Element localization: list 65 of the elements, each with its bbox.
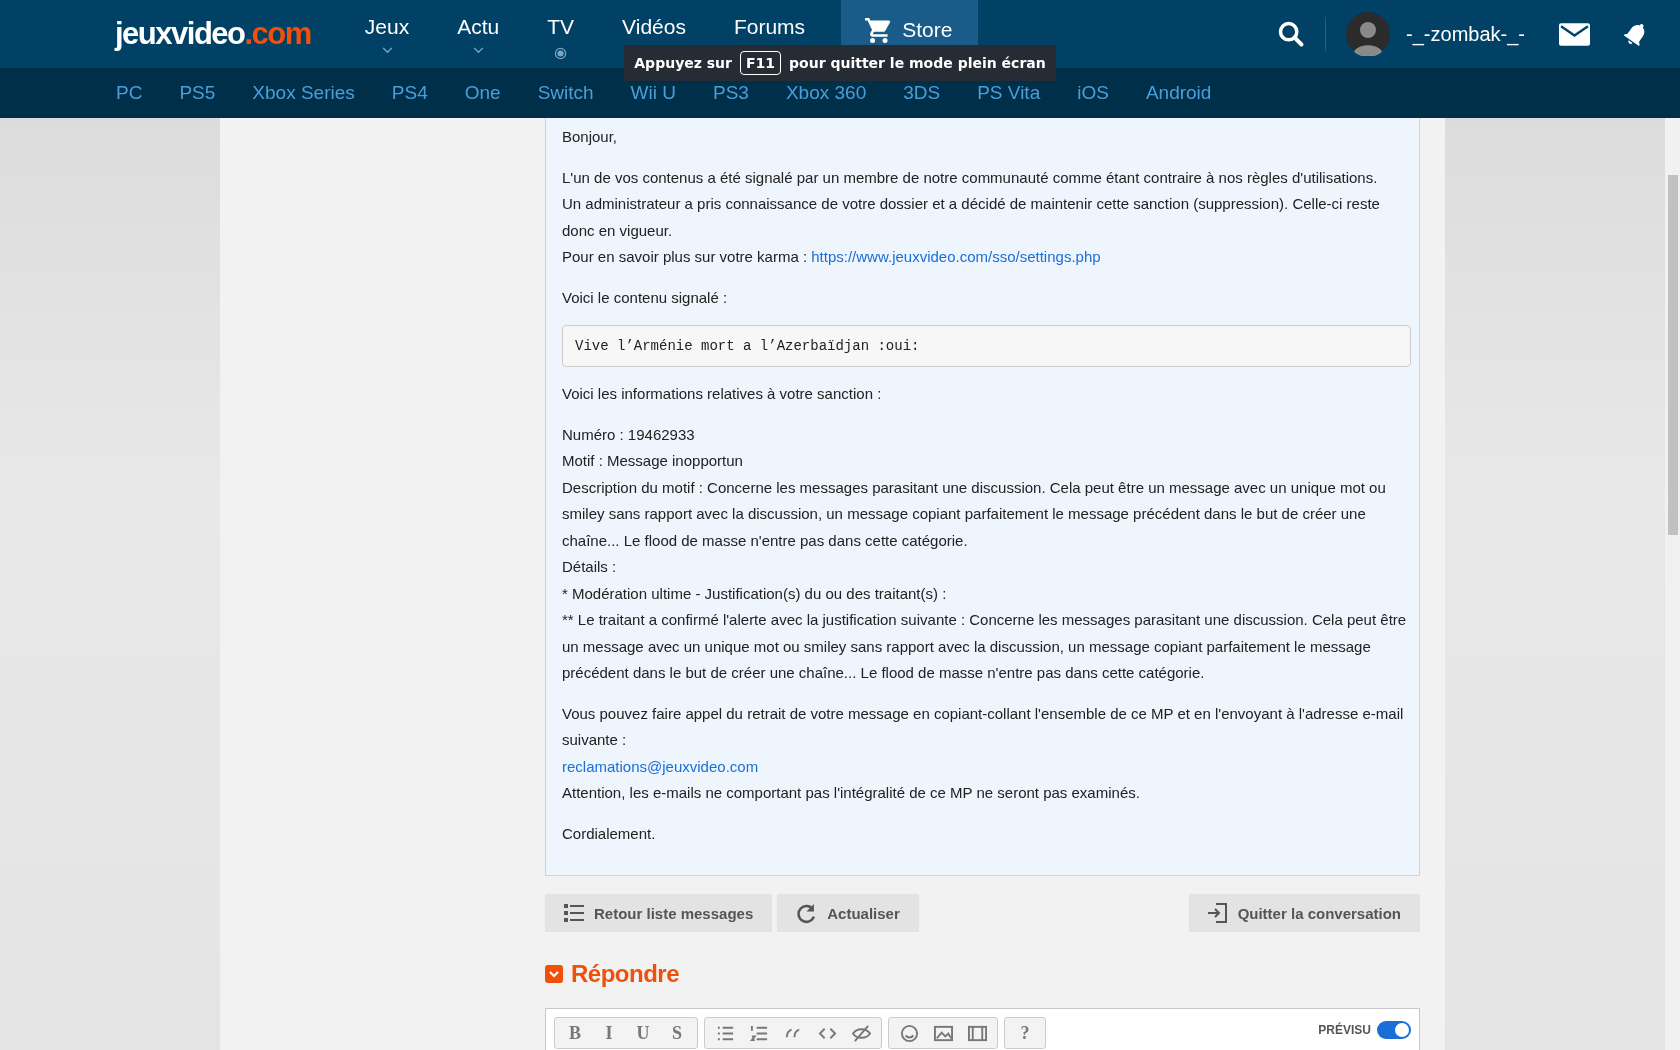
- message-text: Motif : Message inopportun: [562, 451, 744, 471]
- spoiler-icon: [851, 1023, 871, 1043]
- platform-link[interactable]: Android: [1145, 82, 1212, 104]
- message-text: Attention, les e-mails ne comportant pas l'intégralité de ce MP ne seront pas examinés.: [562, 783, 1141, 803]
- collapse-icon[interactable]: [545, 965, 563, 983]
- cart-icon: [865, 18, 893, 43]
- format-button[interactable]: I: [593, 1020, 625, 1046]
- preview-toggle[interactable]: [1377, 1021, 1411, 1039]
- key-cap: F11: [740, 51, 782, 75]
- platform-link[interactable]: PS Vita: [977, 82, 1041, 104]
- nav-item[interactable]: Actu: [433, 0, 524, 68]
- platform-link[interactable]: Wii U: [630, 82, 676, 104]
- message-text: Un administrateur a pris connaissance de votre dossier et a décidé de maintenir cette sanction (suppression). Celle-ci reste donc en vigueur.: [562, 194, 1381, 241]
- message-text: Numéro : 19462933: [562, 424, 696, 445]
- refresh-icon: [796, 902, 818, 924]
- platform-link[interactable]: Xbox Series: [252, 82, 355, 104]
- message-link[interactable]: https://www.jeuxvideo.com/sso/settings.php: [811, 248, 1101, 265]
- message-text: Vous pouvez faire appel du retrait de votre message en copiant-collant l'ensemble de ce MP et en l'envoyant à l'adresse e-mail suivante :: [562, 703, 1405, 750]
- avatar[interactable]: [1346, 12, 1391, 56]
- platform-link[interactable]: Switch: [537, 82, 594, 104]
- message-text: Détails :: [562, 557, 618, 577]
- message-text: Voici le contenu signalé :: [562, 287, 729, 308]
- action-button[interactable]: Quitter la conversation: [1188, 894, 1420, 932]
- message-text: Cordialement.: [562, 823, 657, 844]
- format-button[interactable]: B: [559, 1020, 591, 1046]
- message-text: Voici les informations relatives à votre sanction :: [562, 384, 883, 404]
- message-text: ** Le traitant a confirmé l'alerte avec la justification suivante : Concerne les messages parasitant une discussion. Cela peut être un message avec un unique mot ou smiley sans rapport avec la discussion, un message copiant parfaitement le message précédent dans le but de créer une chaîne... Le flood de masse n'entre pas dans cette catégorie.: [562, 610, 1408, 683]
- action-button[interactable]: Retour liste messages: [545, 894, 773, 932]
- platform-link[interactable]: PS3: [713, 82, 749, 104]
- message-text: L'un de vos contenus a été signalé par un membre de notre communauté comme étant contraire à nos règles d'utilisations.: [562, 167, 1379, 188]
- exit-icon: [1207, 903, 1228, 923]
- numbers-icon: [749, 1023, 769, 1043]
- platform-link[interactable]: 3DS: [903, 82, 941, 104]
- platform-link[interactable]: PC: [116, 82, 143, 104]
- action-button[interactable]: Actualiser: [777, 894, 919, 932]
- platform-link[interactable]: PS4: [391, 82, 428, 104]
- reply-heading: Répondre: [571, 960, 679, 988]
- message-link[interactable]: reclamations@jeuxvideo.com: [562, 757, 759, 775]
- image-icon: [933, 1023, 953, 1043]
- chevron-down-icon: [381, 47, 393, 54]
- platform-link[interactable]: PS5: [179, 82, 216, 104]
- radio-dot-icon: [554, 47, 568, 60]
- smiley-icon: [899, 1023, 919, 1043]
- nav-item[interactable]: Jeux: [340, 0, 434, 68]
- chevron-down-icon: [472, 47, 484, 54]
- preview-label: PRÉVISU: [1318, 1023, 1371, 1037]
- message-text: Pour en savoir plus sur votre karma : https://www.jeuxvideo.com/sso/settings.php: [562, 247, 1102, 267]
- list-icon: [564, 904, 584, 922]
- platform-link[interactable]: One: [464, 82, 501, 104]
- message-text: * Modération ultime - Justification(s) du ou des traitant(s) :: [562, 583, 948, 604]
- video-icon: [967, 1023, 987, 1043]
- site-logo[interactable]: jeuxvideo.com: [115, 16, 311, 52]
- message-text: Description du motif : Concerne les messages parasitant une discussion. Cela peut être un message avec un unique mot ou smiley sans rapport avec la discussion, un message copiant parfaitement le message précédent dans le but de créer une chaîne... Le flood de masse n'entre pas dans cette catégorie.: [562, 477, 1387, 551]
- platform-link[interactable]: Xbox 360: [785, 82, 867, 104]
- nav-item[interactable]: TV: [523, 0, 599, 68]
- format-button[interactable]: U: [627, 1020, 659, 1046]
- format-button[interactable]: ?: [1009, 1020, 1041, 1046]
- search-icon[interactable]: [1277, 20, 1306, 48]
- platform-link[interactable]: iOS: [1077, 82, 1109, 104]
- quoted-content: Vive l’Arménie mort a l’Azerbaïdjan :oui:: [562, 325, 1411, 367]
- notice-text: Appuyez sur: [634, 55, 732, 71]
- mail-icon[interactable]: [1559, 22, 1590, 46]
- format-button[interactable]: S: [661, 1020, 693, 1046]
- username[interactable]: -_-zombak-_-: [1406, 22, 1525, 46]
- message-text: Bonjour,: [562, 127, 619, 147]
